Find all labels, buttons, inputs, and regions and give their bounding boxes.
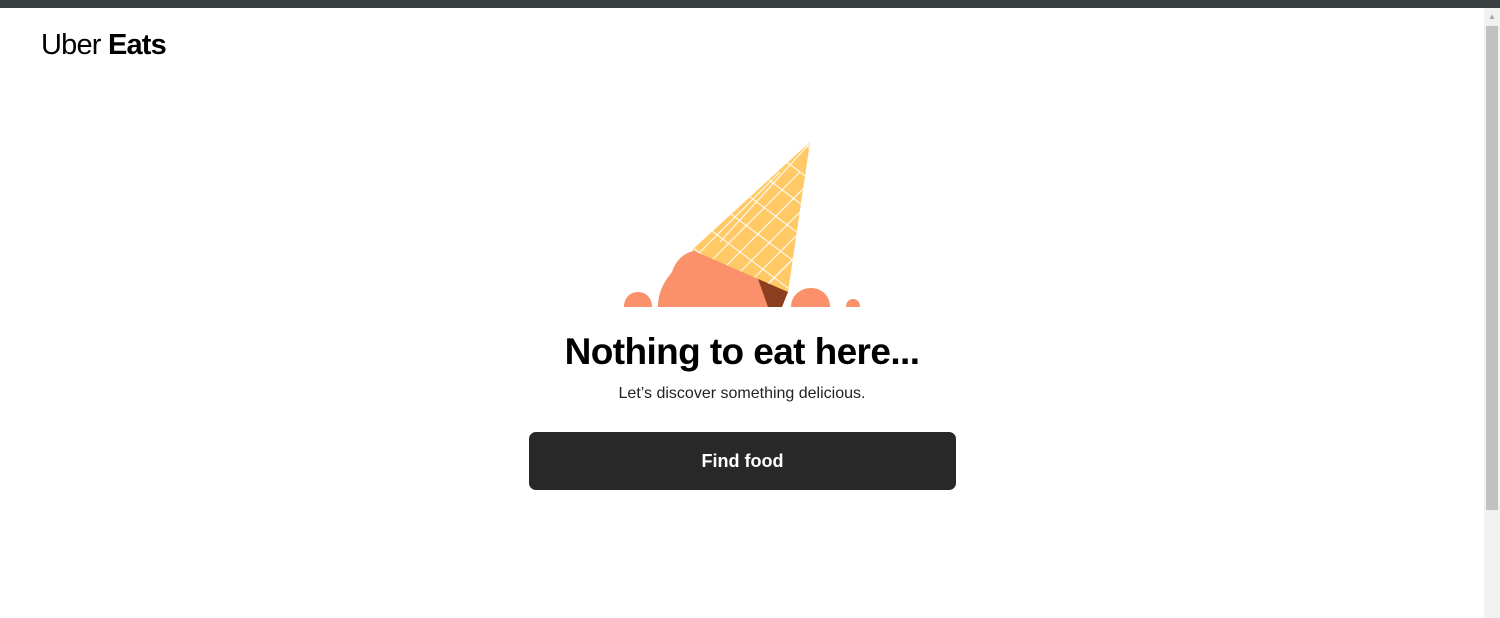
ice-cream-drip-left [624,292,652,307]
logo-eats-text: Eats [107,29,167,61]
dropped-ice-cream-illustration [624,142,860,307]
logo-uber-text: Uber [41,29,101,61]
empty-state-subtitle: Let’s discover something delicious. [618,385,866,402]
page-content: Uber Eats [0,8,1484,618]
uber-eats-logo[interactable]: Uber Eats [41,28,167,62]
scrollbar-thumb[interactable] [1486,26,1498,510]
ice-cream-drip-small [846,299,860,307]
scroll-up-arrow-icon[interactable]: ▲ [1484,8,1500,25]
empty-state-title: Nothing to eat here... [564,331,920,372]
find-food-button[interactable]: Find food [529,432,956,490]
browser-top-bar [0,0,1500,8]
ice-cream-drip-right [791,288,830,307]
vertical-scrollbar[interactable]: ▲ [1484,8,1500,618]
